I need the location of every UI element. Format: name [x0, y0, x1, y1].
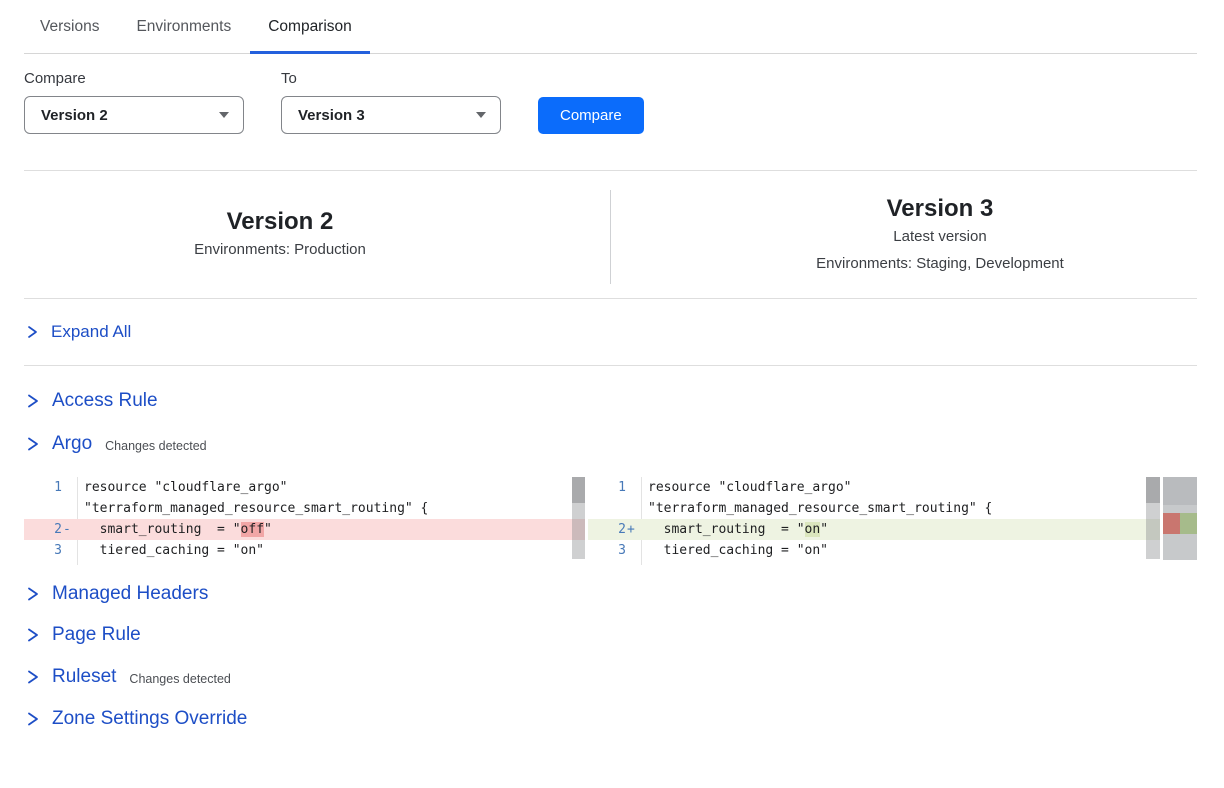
chevron-right-icon: [26, 436, 39, 452]
scrollbar-thumb[interactable]: [572, 477, 585, 503]
diff-panel-right: 1resource "cloudflare_argo" "terraform_m…: [588, 477, 1197, 565]
version-right-title: Version 3: [683, 194, 1197, 223]
chevron-right-icon: [26, 393, 39, 409]
version-right-subtitle: Latest version: [683, 223, 1197, 250]
code-line-added: 2+ smart_routing = "on": [588, 519, 1160, 540]
divider: [24, 170, 1197, 171]
tab-comparison[interactable]: Comparison: [268, 0, 352, 54]
version-right-header: Version 3 Latest version Environments: S…: [683, 194, 1197, 277]
diff-panel-left: 1resource "cloudflare_argo" "terraform_m…: [24, 477, 585, 565]
version-header-divider: [610, 190, 611, 284]
code-line: 3 tiered_caching = "on": [588, 540, 1160, 561]
section-argo[interactable]: Argo Changes detected: [26, 433, 207, 455]
code-line: 4}: [588, 561, 1160, 565]
overview-added-mark: [1180, 513, 1197, 534]
scrollbar-thumb[interactable]: [1146, 477, 1160, 503]
version-right-environments: Environments: Staging, Development: [683, 250, 1197, 277]
vertical-scrollbar[interactable]: [572, 477, 585, 559]
compare-to-value: Version 3: [298, 107, 365, 124]
code-line: 4}: [24, 561, 585, 565]
tab-environments[interactable]: Environments: [136, 0, 231, 54]
section-zone-settings-override[interactable]: Zone Settings Override: [26, 708, 247, 730]
section-label: Ruleset: [52, 666, 116, 688]
diff-overview-ruler[interactable]: [1163, 477, 1197, 560]
section-page-rule[interactable]: Page Rule: [26, 624, 141, 646]
chevron-down-icon: [219, 112, 229, 118]
vertical-scrollbar[interactable]: [1146, 477, 1160, 559]
chevron-right-icon: [26, 669, 39, 685]
overview-removed-mark: [1163, 513, 1180, 534]
code-line: 1resource "cloudflare_argo": [24, 477, 585, 498]
chevron-down-icon: [476, 112, 486, 118]
tab-bar: Versions Environments Comparison: [40, 0, 352, 54]
expand-all-button[interactable]: Expand All: [26, 322, 131, 342]
section-label: Zone Settings Override: [52, 708, 247, 730]
section-managed-headers[interactable]: Managed Headers: [26, 583, 208, 605]
to-label: To: [281, 70, 297, 87]
compare-label: Compare: [24, 70, 86, 87]
removed-word: off: [241, 522, 264, 537]
expand-all-label: Expand All: [51, 322, 131, 342]
compare-button[interactable]: Compare: [538, 97, 644, 134]
chevron-right-icon: [26, 627, 39, 643]
version-left-header: Version 2 Environments: Production: [24, 207, 536, 263]
tab-versions[interactable]: Versions: [40, 0, 99, 54]
chevron-right-icon: [26, 711, 39, 727]
code-line: 3 tiered_caching = "on": [24, 540, 585, 561]
code-line-wrap: "terraform_managed_resource_smart_routin…: [588, 498, 1160, 519]
changes-detected-badge: Changes detected: [105, 439, 206, 453]
chevron-right-icon: [26, 325, 38, 339]
divider: [24, 365, 1197, 366]
changes-detected-badge: Changes detected: [129, 672, 230, 686]
section-label: Page Rule: [52, 624, 141, 646]
version-left-environments: Environments: Production: [24, 236, 536, 263]
divider: [24, 298, 1197, 299]
compare-from-select[interactable]: Version 2: [24, 96, 244, 134]
compare-to-select[interactable]: Version 3: [281, 96, 501, 134]
chevron-right-icon: [26, 586, 39, 602]
code-line-wrap: "terraform_managed_resource_smart_routin…: [24, 498, 585, 519]
section-ruleset[interactable]: Ruleset Changes detected: [26, 666, 231, 688]
code-line: 1resource "cloudflare_argo": [588, 477, 1160, 498]
section-label: Managed Headers: [52, 583, 208, 605]
version-left-title: Version 2: [24, 207, 536, 236]
section-label: Argo: [52, 433, 92, 455]
compare-from-value: Version 2: [41, 107, 108, 124]
overview-thumb: [1163, 477, 1197, 505]
section-label: Access Rule: [52, 390, 158, 412]
section-access-rule[interactable]: Access Rule: [26, 390, 158, 412]
added-word: on: [805, 522, 821, 537]
code-line-removed: 2- smart_routing = "off": [24, 519, 585, 540]
